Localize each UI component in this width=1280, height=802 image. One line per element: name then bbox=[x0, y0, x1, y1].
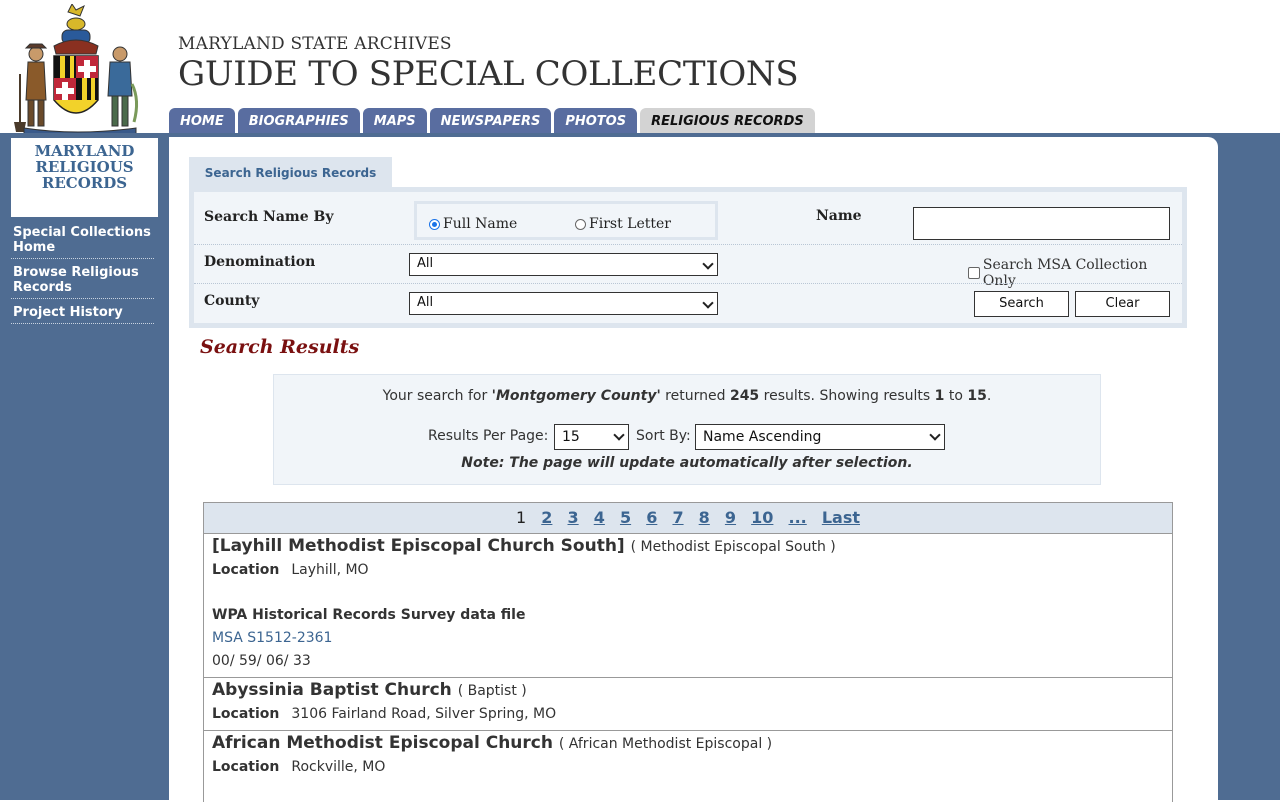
sidebar-link-project-history[interactable]: Project History bbox=[11, 305, 154, 324]
page-ellipsis-link[interactable]: ... bbox=[789, 508, 807, 527]
range-from: 1 bbox=[934, 388, 945, 404]
divider bbox=[194, 283, 1182, 284]
sidebar-link-browse-religious-records[interactable]: Browse Religious Records bbox=[11, 265, 154, 299]
total-count: 245 bbox=[729, 388, 760, 404]
record-location: Rockville, MO bbox=[291, 759, 386, 775]
record-name[interactable]: [Layhill Methodist Episcopal Church Sout… bbox=[212, 536, 625, 556]
name-input[interactable] bbox=[913, 207, 1170, 240]
sidebar-title-line: RECORDS bbox=[41, 174, 128, 192]
radio-full-name[interactable]: Full Name bbox=[429, 216, 517, 232]
auto-update-note: Note: The page will update automatically… bbox=[461, 455, 913, 471]
page-link[interactable]: 9 bbox=[725, 508, 736, 527]
record-name[interactable]: Abyssinia Baptist Church bbox=[212, 680, 452, 700]
record-denomination: ( African Methodist Episcopal ) bbox=[558, 736, 773, 752]
archives-subtitle: MARYLAND STATE ARCHIVES bbox=[178, 34, 452, 54]
radio-unselected-icon[interactable] bbox=[575, 218, 586, 230]
pagination: 1 2 3 4 5 6 7 8 9 10 ... Last bbox=[204, 503, 1172, 534]
sidebar-nav: Special Collections Home Browse Religiou… bbox=[11, 225, 154, 330]
tab-home[interactable]: HOME bbox=[169, 108, 235, 134]
site-header: MARYLAND STATE ARCHIVES GUIDE TO SPECIAL… bbox=[0, 0, 1280, 134]
divider bbox=[194, 244, 1182, 245]
radio-first-letter[interactable]: First Letter bbox=[575, 216, 671, 232]
page-link[interactable]: 10 bbox=[751, 508, 773, 527]
tab-newspapers[interactable]: NEWSPAPERS bbox=[429, 108, 552, 134]
summary-text: results. Showing results bbox=[759, 388, 935, 404]
search-name-by-label: Search Name By bbox=[204, 209, 334, 225]
tab-maps[interactable]: MAPS bbox=[362, 108, 427, 134]
page-link[interactable]: 8 bbox=[699, 508, 710, 527]
sort-by-select[interactable]: Name Ascending bbox=[695, 424, 945, 450]
location-label: Location bbox=[212, 759, 280, 775]
results-controls: Results Per Page: 15 Sort By: Name Ascen… bbox=[274, 424, 1100, 450]
record-location: Layhill, MO bbox=[291, 562, 369, 578]
page-current: 1 bbox=[515, 508, 527, 527]
page-last-link[interactable]: Last bbox=[822, 508, 860, 527]
page-link[interactable]: 2 bbox=[541, 508, 552, 527]
sidebar-title-box: MARYLAND RELIGIOUS RECORDS bbox=[11, 138, 158, 217]
sidebar-title-line: RELIGIOUS bbox=[35, 158, 134, 176]
search-tab[interactable]: Search Religious Records bbox=[189, 157, 392, 187]
radio-full-name-label: Full Name bbox=[443, 216, 518, 232]
record-denomination: ( Baptist ) bbox=[457, 683, 527, 699]
record-denomination: ( Methodist Episcopal South ) bbox=[630, 539, 836, 555]
query-text: 'Montgomery County' bbox=[491, 388, 661, 404]
record-code: 00/ 59/ 06/ 33 bbox=[212, 653, 311, 669]
location-label: Location bbox=[212, 706, 280, 722]
county-select[interactable]: All bbox=[409, 292, 718, 315]
results-heading: Search Results bbox=[200, 336, 360, 358]
summary-text: . bbox=[986, 388, 992, 404]
main-content: Search Religious Records Search Name By … bbox=[169, 137, 1218, 802]
summary-text: Your search for bbox=[382, 388, 492, 404]
result-record: African Methodist Episcopal Church ( Afr… bbox=[204, 731, 1172, 783]
result-record: Abyssinia Baptist Church ( Baptist ) Loc… bbox=[204, 678, 1172, 731]
result-record: [Layhill Methodist Episcopal Church Sout… bbox=[204, 534, 1172, 678]
tab-biographies[interactable]: BIOGRAPHIES bbox=[237, 108, 360, 134]
page-link[interactable]: 4 bbox=[594, 508, 605, 527]
range-to: 15 bbox=[967, 388, 987, 404]
main-nav-tabs: HOME BIOGRAPHIES MAPS NEWSPAPERS PHOTOS … bbox=[169, 108, 818, 134]
record-location: 3106 Fairland Road, Silver Spring, MO bbox=[291, 706, 557, 722]
radio-first-letter-label: First Letter bbox=[589, 216, 671, 232]
sidebar-title-line: MARYLAND bbox=[34, 142, 135, 160]
page-title: GUIDE TO SPECIAL COLLECTIONS bbox=[178, 54, 799, 94]
name-label: Name bbox=[816, 208, 862, 224]
page-link[interactable]: 5 bbox=[620, 508, 631, 527]
name-mode-radio-group: Full Name First Letter bbox=[414, 201, 718, 240]
record-source: WPA Historical Records Survey data file bbox=[212, 607, 526, 623]
record-msa-link[interactable]: MSA S1512-2361 bbox=[212, 627, 1172, 650]
per-page-label: Results Per Page: bbox=[428, 428, 549, 444]
radio-selected-icon[interactable] bbox=[429, 218, 440, 230]
maryland-seal-logo bbox=[14, 4, 139, 134]
location-label: Location bbox=[212, 562, 280, 578]
summary-text: to bbox=[944, 388, 968, 404]
results-summary: Your search for 'Montgomery County' retu… bbox=[274, 388, 1100, 404]
page-link[interactable]: 6 bbox=[646, 508, 657, 527]
sort-by-label: Sort By: bbox=[636, 428, 691, 444]
county-label: County bbox=[204, 293, 260, 309]
denomination-label: Denomination bbox=[204, 254, 316, 270]
results-summary-box: Your search for 'Montgomery County' retu… bbox=[273, 374, 1101, 485]
search-form: Search Name By Full Name First Letter Na… bbox=[189, 187, 1187, 328]
search-button[interactable]: Search bbox=[974, 291, 1069, 317]
msa-only-label: Search MSA Collection Only bbox=[982, 257, 1148, 289]
clear-button[interactable]: Clear bbox=[1075, 291, 1170, 317]
page-link[interactable]: 7 bbox=[672, 508, 683, 527]
record-name[interactable]: African Methodist Episcopal Church bbox=[212, 733, 553, 753]
summary-text: returned bbox=[660, 388, 730, 404]
per-page-select[interactable]: 15 bbox=[554, 424, 629, 450]
tab-religious-records[interactable]: RELIGIOUS RECORDS bbox=[640, 108, 815, 134]
results-list: 1 2 3 4 5 6 7 8 9 10 ... Last [Layhill M… bbox=[203, 502, 1173, 802]
page-link[interactable]: 3 bbox=[568, 508, 579, 527]
tab-photos[interactable]: PHOTOS bbox=[554, 108, 638, 134]
msa-only-checkbox[interactable] bbox=[968, 267, 980, 279]
denomination-select[interactable]: All bbox=[409, 253, 718, 276]
sidebar-link-special-collections-home[interactable]: Special Collections Home bbox=[11, 225, 154, 259]
msa-only-checkbox-row[interactable]: Search MSA Collection Only bbox=[968, 257, 1182, 289]
